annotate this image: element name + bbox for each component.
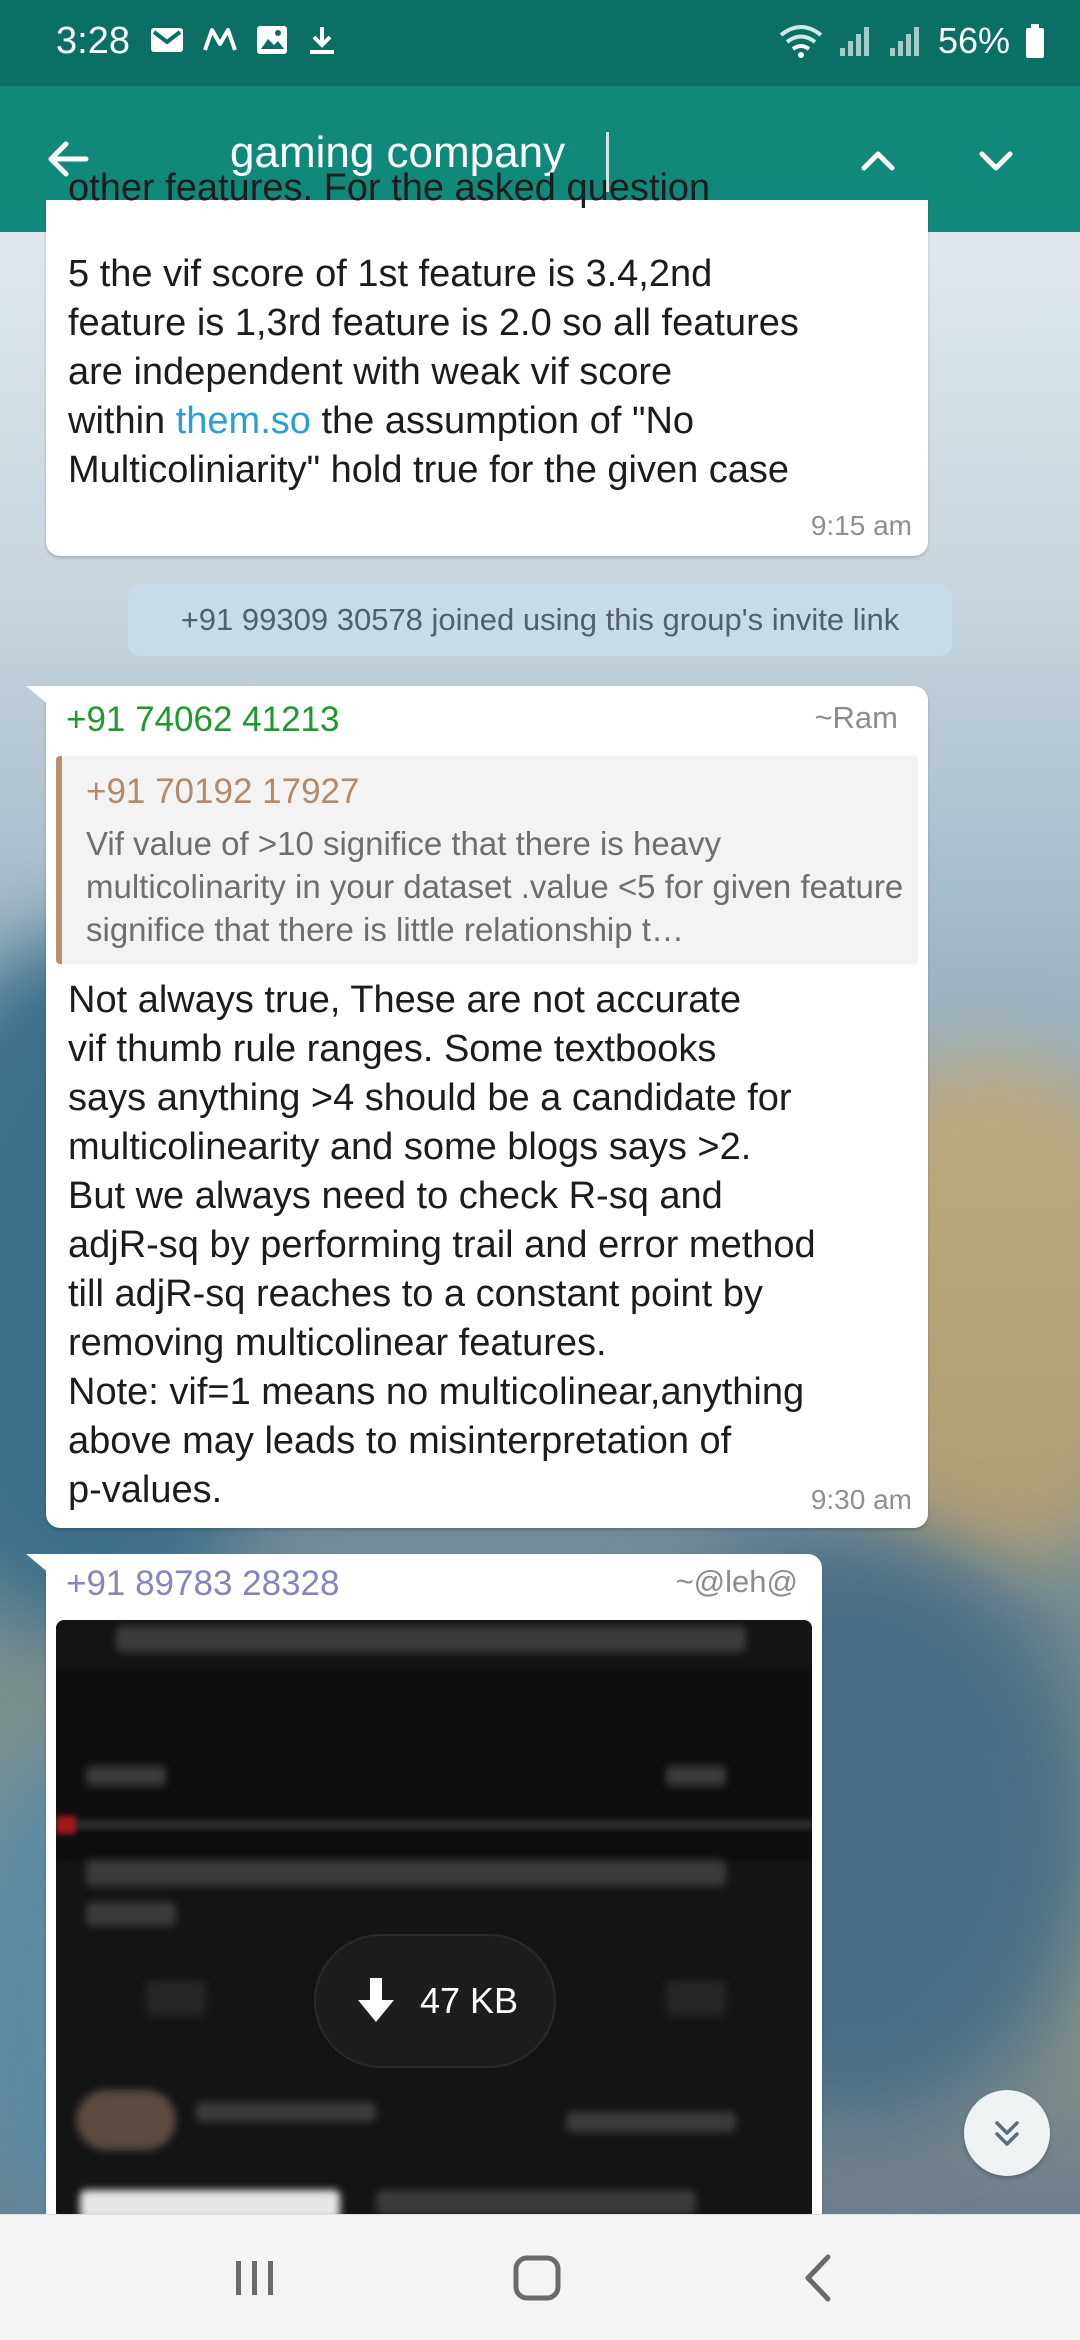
message-text-line: other features. For the asked question: [68, 172, 711, 208]
system-notification: +91 99309 30578 joined using this group'…: [128, 584, 952, 656]
sender-name[interactable]: +91 74062 41213: [66, 700, 339, 740]
quoted-message[interactable]: +91 70192 17927 Vif value of >10 signifi…: [56, 756, 918, 964]
message-text-line: within them.so the assumption of "No: [68, 400, 695, 442]
message-text-line: adjR-sq by performing trail and error me…: [68, 1224, 816, 1266]
sender-alias: ~Ram: [814, 700, 898, 735]
message-text-line: Note: vif=1 means no multicolinear,anyth…: [68, 1371, 805, 1413]
message-text-line: feature is 1,3rd feature is 2.0 so all f…: [68, 302, 799, 344]
bubble-tail: [26, 686, 50, 706]
message-text-line: vif thumb rule ranges. Some textbooks: [68, 1028, 717, 1070]
battery-percent: 56%: [937, 20, 1010, 61]
message-bubble[interactable]: +91 74062 41213 ~Ram +91 70192 17927 Vif…: [26, 686, 928, 1528]
download-button[interactable]: 47 KB: [316, 1936, 554, 2066]
system-navigation-bar: [0, 2214, 1080, 2340]
quoted-sender: +91 70192 17927: [86, 772, 360, 811]
message-bubble[interactable]: other features. For the asked question 5…: [46, 172, 928, 556]
message-text-line: above may leads to misinterpretation of: [68, 1420, 732, 1462]
scroll-to-bottom-button[interactable]: [964, 2090, 1050, 2176]
message-text-line: removing multicolinear features.: [68, 1322, 607, 1364]
message-text-line: Multicoliniarity" hold true for the give…: [68, 449, 790, 491]
back-icon[interactable]: [786, 2245, 852, 2311]
message-text-line: says anything >4 should be a candidate f…: [68, 1077, 792, 1119]
signal-icon: [889, 27, 919, 56]
home-icon[interactable]: [504, 2245, 570, 2311]
message-time: 9:15 am: [810, 510, 912, 541]
image-thumbnail[interactable]: 47 KB: [56, 1620, 812, 2220]
message-text-line: Not always true, These are not accurate: [68, 979, 742, 1021]
wifi-icon: [779, 25, 823, 58]
gmail-icon: [151, 28, 183, 52]
chevron-down-icon[interactable]: [958, 122, 1034, 198]
message-text-line: till adjR-sq reaches to a constant point…: [68, 1273, 763, 1315]
image-icon: [257, 26, 287, 54]
search-input[interactable]: [230, 128, 790, 178]
message-text-line: are independent with weak vif score: [68, 351, 673, 393]
battery-icon: [1026, 24, 1044, 58]
message-time: 9:30 am: [810, 1484, 912, 1515]
sender-name[interactable]: +91 89783 28328: [66, 1564, 339, 1604]
quoted-text: Vif value of >10 significe that there is…: [86, 825, 904, 948]
bubble-tail: [26, 1554, 50, 1574]
message-text-line: 5 the vif score of 1st feature is 3.4,2n…: [68, 253, 713, 295]
download-arrow-icon: [357, 1978, 394, 2022]
message-text-line: multicolinearity and some blogs says >2.: [68, 1126, 752, 1168]
download-size: 47 KB: [419, 1980, 519, 2021]
message-text-line: p-values.: [68, 1469, 223, 1511]
motorola-icon: [203, 28, 237, 51]
signal-icon: [839, 27, 869, 56]
status-bar: 3:28 56%: [0, 0, 1080, 86]
recent-apps-icon[interactable]: [222, 2245, 288, 2311]
message-text-line: But we always need to check R-sq and: [68, 1175, 723, 1217]
double-chevron-down-icon: [995, 2121, 1019, 2146]
sender-alias: ~@leh@: [675, 1564, 798, 1599]
message-link[interactable]: them.so: [176, 400, 311, 442]
status-time: 3:28: [56, 20, 130, 62]
download-icon: [310, 27, 334, 54]
